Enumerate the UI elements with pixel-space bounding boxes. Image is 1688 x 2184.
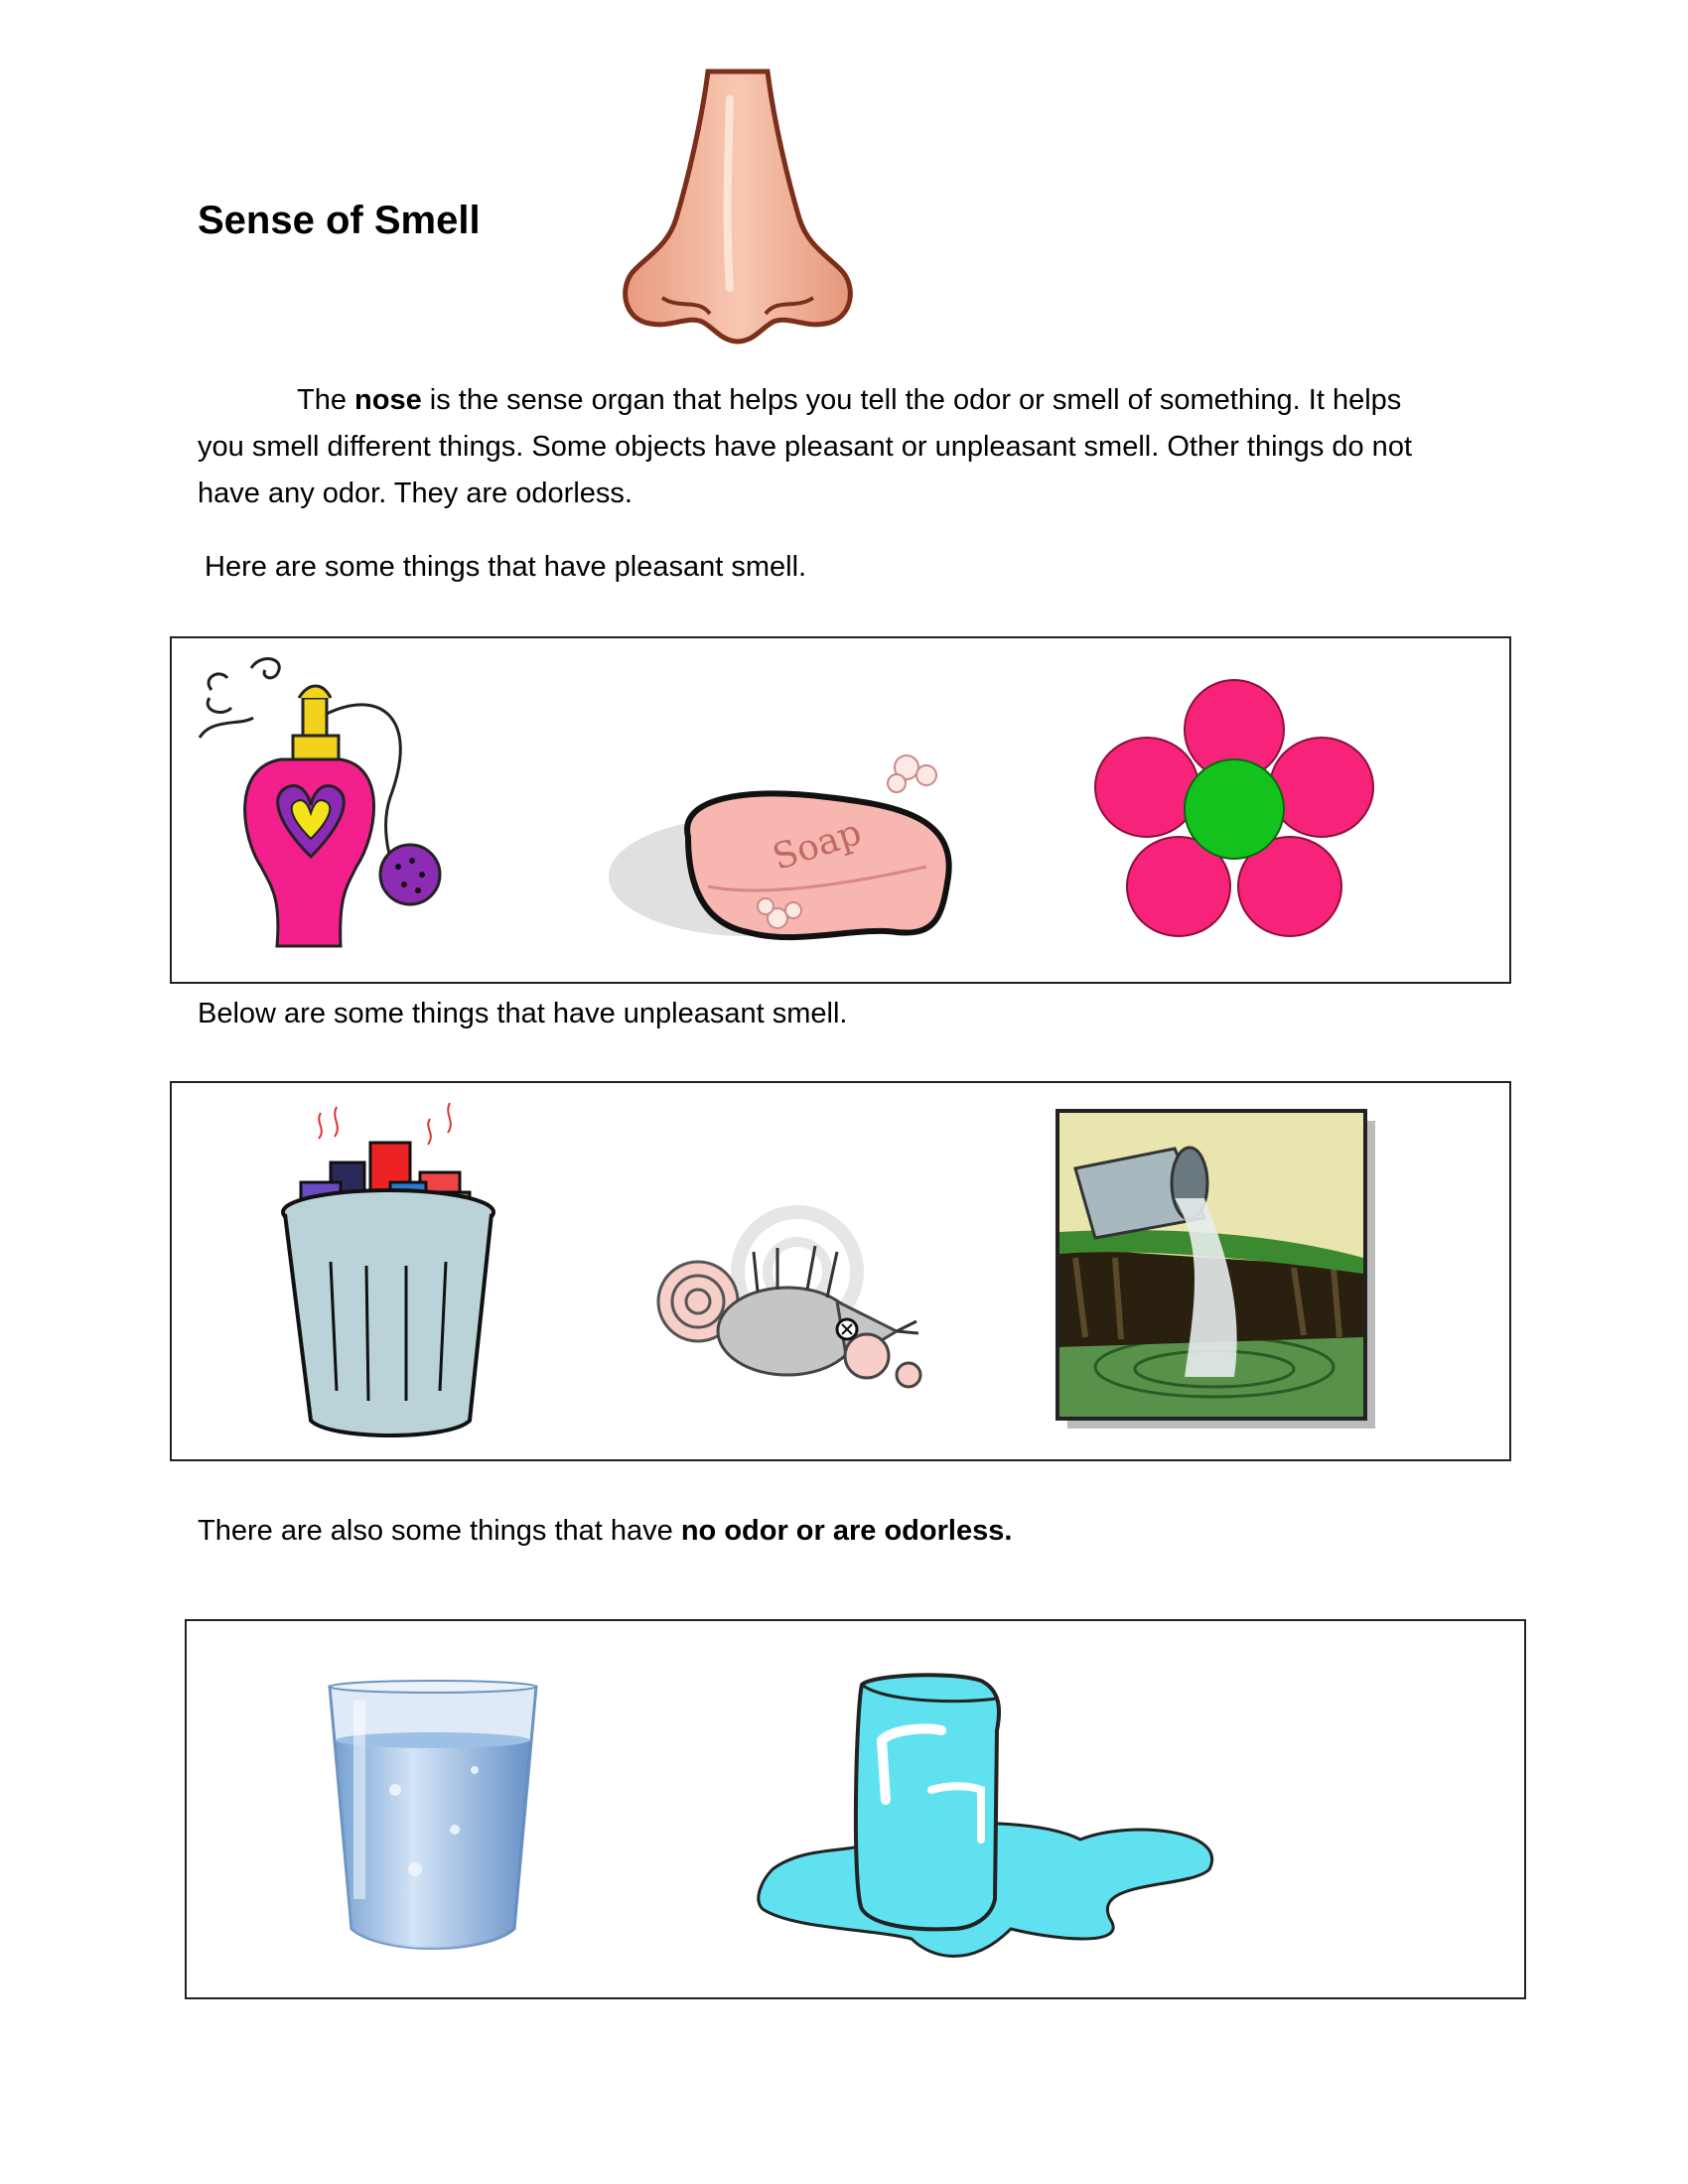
trash-can-icon: [281, 1102, 495, 1437]
water-glass-icon: [328, 1680, 538, 1950]
odorless-items-box: [185, 1619, 1526, 1999]
pleasant-items-box: Soap: [170, 636, 1511, 984]
page-title: Sense of Smell: [198, 199, 481, 242]
intro-text: is the sense organ that helps you tell t…: [421, 384, 1402, 416]
odorless-caption: There are also some things that have no …: [198, 1508, 1012, 1555]
nose-keyword: nose: [354, 384, 422, 416]
odorless-keyword: no odor or are odorless.: [680, 1515, 1013, 1547]
soap-icon: Soap: [609, 754, 952, 941]
intro-text: The: [297, 384, 355, 416]
ice-cube-icon: [757, 1673, 1213, 1958]
odorless-caption-text: There are also some things that have: [198, 1515, 681, 1547]
intro-line-1: The nose is the sense organ that helps y…: [198, 377, 1488, 424]
perfume-bottle-icon: [198, 657, 442, 948]
intro-line-2: you smell different things. Some objects…: [198, 431, 1412, 463]
nose-icon: [623, 68, 853, 344]
intro-line-3: have any odor. They are odorless.: [198, 478, 633, 509]
pleasant-caption: Here are some things that have pleasant …: [205, 551, 807, 583]
sewage-pipe-icon: [1055, 1109, 1375, 1429]
flower-icon: [1094, 679, 1374, 937]
unpleasant-items-box: [170, 1081, 1511, 1461]
dead-mouse-icon: [656, 1205, 922, 1389]
unpleasant-caption: Below are some things that have unpleasa…: [198, 998, 848, 1029]
intro-paragraph: The nose is the sense organ that helps y…: [198, 377, 1488, 517]
